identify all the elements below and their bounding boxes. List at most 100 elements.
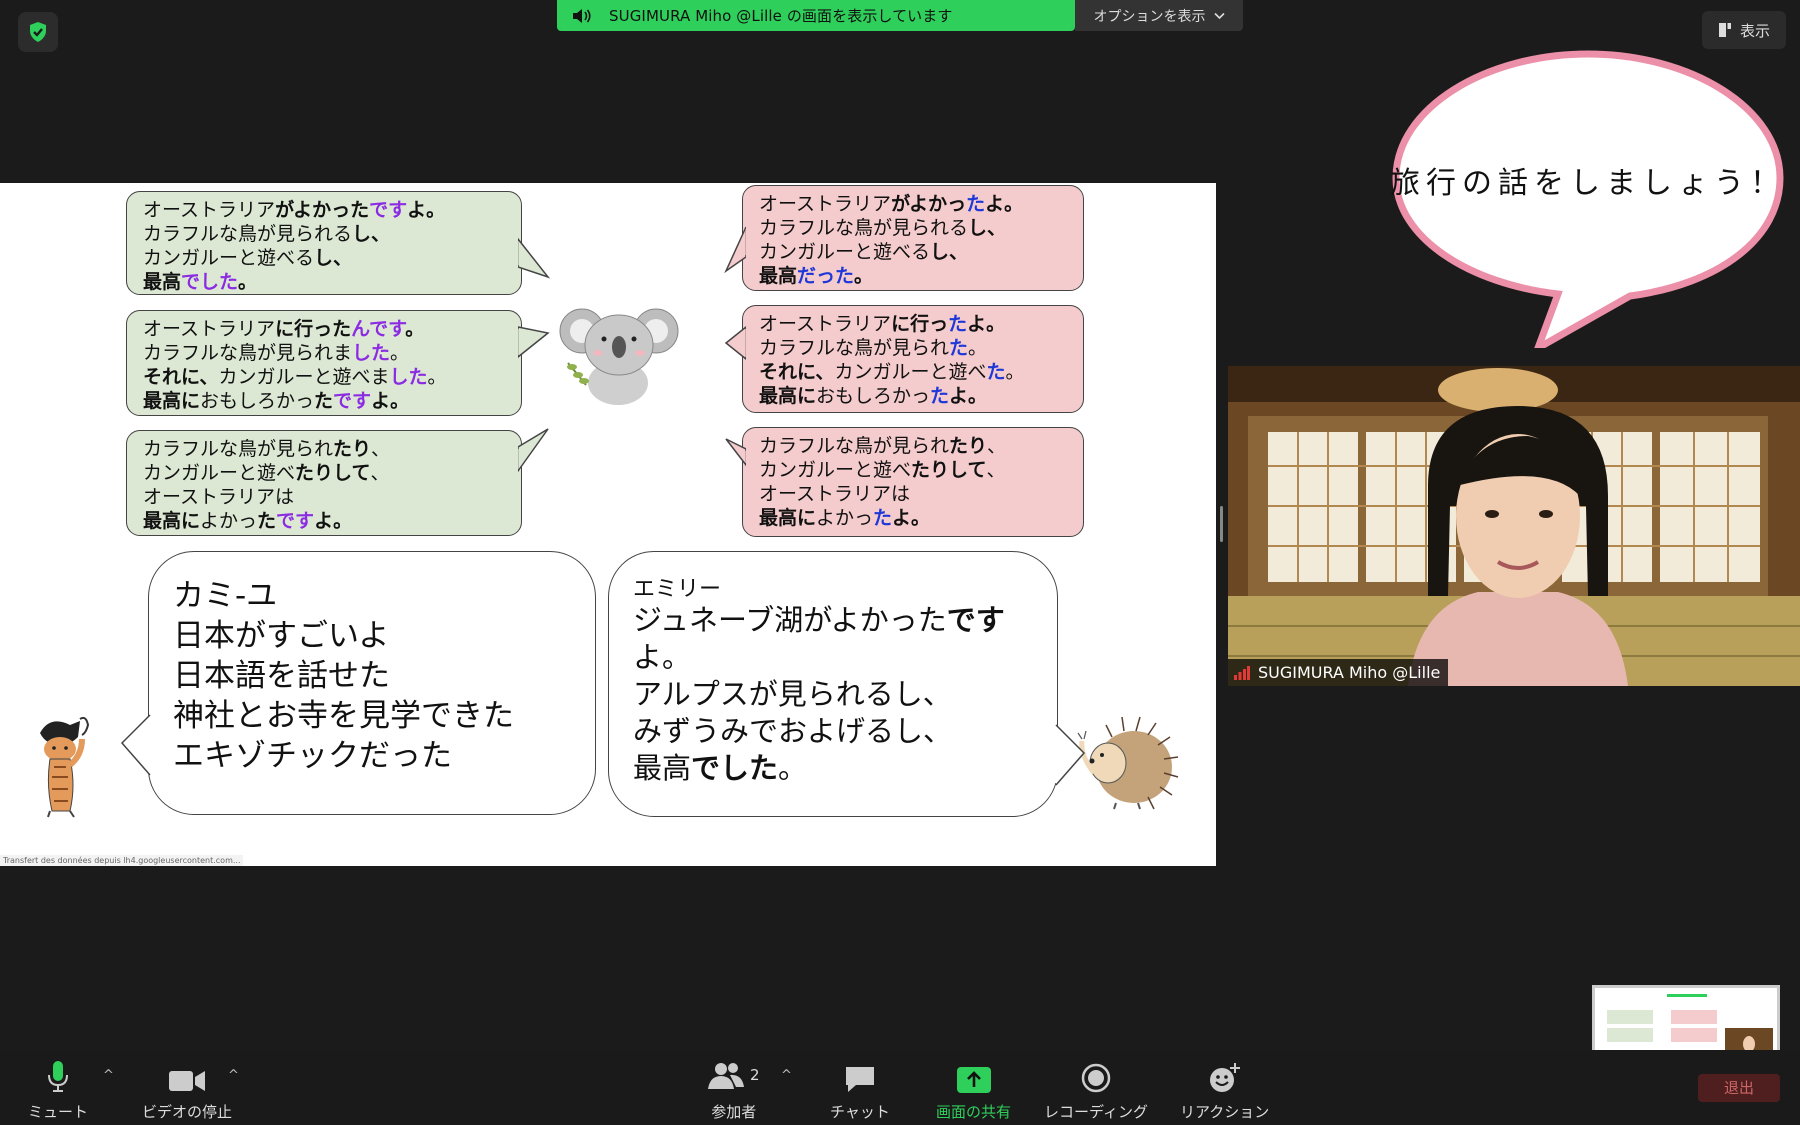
bubble-line: 最高でした。 (143, 270, 505, 294)
text-segment: よ。 (985, 193, 1024, 215)
shared-slide: オーストラリアがよかったですよ。 カラフルな鳥が見られるし、 カンガルーと遊べるし、… (0, 183, 1216, 866)
participant-name-tag: SUGIMURA Miho @Lille (1228, 659, 1449, 686)
text-segment: カラフルな鳥が見られ (759, 435, 950, 457)
text-segment: 。 (390, 342, 410, 364)
text-segment: です (333, 390, 372, 412)
text-segment: よかっ (816, 507, 874, 529)
camille-line: 神社とお寺を見学できた (173, 698, 514, 734)
text-segment: よ。 (407, 199, 446, 221)
bubble-line: カンガルーと遊べたりして、 (759, 458, 1067, 482)
text-segment: 。 (778, 751, 808, 785)
record-icon (1081, 1063, 1111, 1093)
text-segment: カンガルーと遊べま (218, 366, 390, 388)
chat-button[interactable]: チャット (830, 1057, 890, 1122)
text-segment: よ。 (967, 313, 1006, 335)
stop-video-button[interactable]: ビデオの停止 (142, 1057, 232, 1122)
text-segment: し、 (968, 217, 1007, 239)
bubble-line: それに、カンガルーと遊べた。 (759, 360, 1067, 384)
participants-label: 参加者 (711, 1103, 757, 1121)
right-bubble-2: オーストラリアに行ったよ。 カラフルな鳥が見られた。 それに、カンガルーと遊べた。最… (742, 305, 1084, 413)
splitter-handle[interactable] (1220, 506, 1223, 542)
text-segment: た (257, 510, 277, 532)
chat-icon (845, 1067, 874, 1092)
bubble-line: ジュネーブ湖がよかったです (633, 602, 1033, 639)
participants-options-caret[interactable]: ^ (781, 1068, 792, 1083)
text-segment: 、 (371, 438, 391, 460)
leave-button[interactable]: 退出 (1698, 1074, 1780, 1102)
text-segment: た (930, 385, 950, 407)
record-button[interactable]: レコーディング (1044, 1057, 1148, 1122)
text-segment: 。 (427, 366, 447, 388)
reactions-button[interactable]: リアクション (1180, 1057, 1269, 1122)
text-segment: 最高 (759, 265, 798, 287)
bubble-line: オーストラリアに行ったよ。 (759, 312, 1067, 336)
options-button[interactable]: オプションを表示 (1075, 0, 1243, 31)
bubble-tail (724, 226, 746, 273)
text-segment: た (314, 390, 334, 412)
text-segment: 。 (405, 318, 425, 340)
text-segment: よ。 (949, 385, 988, 407)
bubble-line: カラフルな鳥が見られるし、 (759, 216, 1067, 240)
camille-bubble: カミ-ユ 日本がすごいよ 日本語を話せた 神社とお寺を見学できた エキゾチックだった (148, 551, 596, 815)
signal-strength-icon (1234, 665, 1250, 680)
audio-options-caret[interactable]: ^ (103, 1068, 114, 1083)
video-options-caret[interactable]: ^ (228, 1068, 239, 1083)
text-segment: カラフルな鳥が見られる (143, 223, 353, 245)
bubble-tail (725, 438, 746, 467)
participant-count: 2 (750, 1066, 760, 1084)
text-segment: し、 (930, 241, 969, 263)
text-segment: し、 (352, 223, 391, 245)
text-segment: でした (691, 751, 779, 785)
reactions-label: リアクション (1180, 1103, 1270, 1121)
speaker-icon (573, 8, 591, 23)
text-segment: 、 (986, 459, 1006, 481)
text-segment: おもしろかっ (816, 385, 931, 407)
left-bubble-3: カラフルな鳥が見られたり、 カンガルーと遊べたりして、 オーストラリアは 最高によかっ… (126, 430, 522, 536)
video-camera-icon (169, 1071, 205, 1091)
text-segment: 、 (987, 435, 1007, 457)
text-segment: カラフルな鳥が見られま (143, 342, 353, 364)
bubble-tail (1054, 724, 1086, 786)
cat-illustration (40, 716, 90, 818)
text-segment: た (948, 313, 968, 335)
text-segment: アルプスが見られるし、 (633, 677, 952, 711)
speech-text: 旅行の話をしましょう！ (1390, 166, 1786, 201)
text-segment: 最高に (143, 510, 201, 532)
view-button[interactable]: 表示 (1702, 11, 1786, 49)
text-segment: オーストラリアは (759, 483, 911, 505)
text-segment: に行った (275, 318, 352, 340)
camille-line: 日本語を話せた (173, 658, 390, 694)
bubble-line: オーストラリアに行ったんです。 (143, 317, 505, 341)
text-segment: 最高に (143, 390, 201, 412)
security-shield-icon[interactable] (18, 12, 58, 52)
browser-status-text: Transfert des données depuis lh4.googleu… (0, 855, 244, 866)
text-segment: 最高 (633, 751, 692, 785)
camille-line: 日本がすごいよ (173, 618, 390, 654)
text-segment: よかっ (200, 510, 258, 532)
mute-button[interactable]: ミュート (28, 1057, 88, 1122)
emily-name: エミリー (633, 577, 722, 602)
text-segment: ジュネーブ湖がよかった (633, 603, 947, 637)
text-segment: です (946, 603, 1005, 637)
share-screen-button[interactable]: 画面の共有 (936, 1057, 1011, 1122)
view-layout-icon (1718, 23, 1731, 37)
text-segment: 最高 (143, 271, 182, 293)
text-segment: です (276, 510, 315, 532)
bubble-line: アルプスが見られるし、 (633, 676, 1033, 713)
text-segment: カンガルーと遊べ (834, 361, 987, 383)
bubble-line: カラフルな鳥が見られた。 (759, 336, 1067, 360)
hedgehog-illustration (1077, 716, 1179, 810)
text-segment: に行っ (891, 313, 949, 335)
text-segment: 、 (370, 462, 390, 484)
record-label: レコーディング (1044, 1103, 1148, 1121)
text-segment: オーストラリア (143, 318, 276, 340)
participants-button[interactable]: 2 参加者 (708, 1057, 760, 1122)
bubble-line: 最高におもしろかったですよ。 (143, 389, 505, 413)
text-segment: たりして (295, 462, 371, 484)
bubble-line: それに、カンガルーと遊べました。 (143, 365, 505, 389)
text-segment: よ。 (371, 390, 410, 412)
sharing-banner: SUGIMURA Miho @Lille の画面を表示しています (557, 0, 1075, 31)
bubble-line: オーストラリアは (143, 485, 505, 509)
text-segment: た (949, 337, 969, 359)
left-bubble-2: オーストラリアに行ったんです。 カラフルな鳥が見られました。 それに、カンガルーと遊… (126, 310, 522, 416)
